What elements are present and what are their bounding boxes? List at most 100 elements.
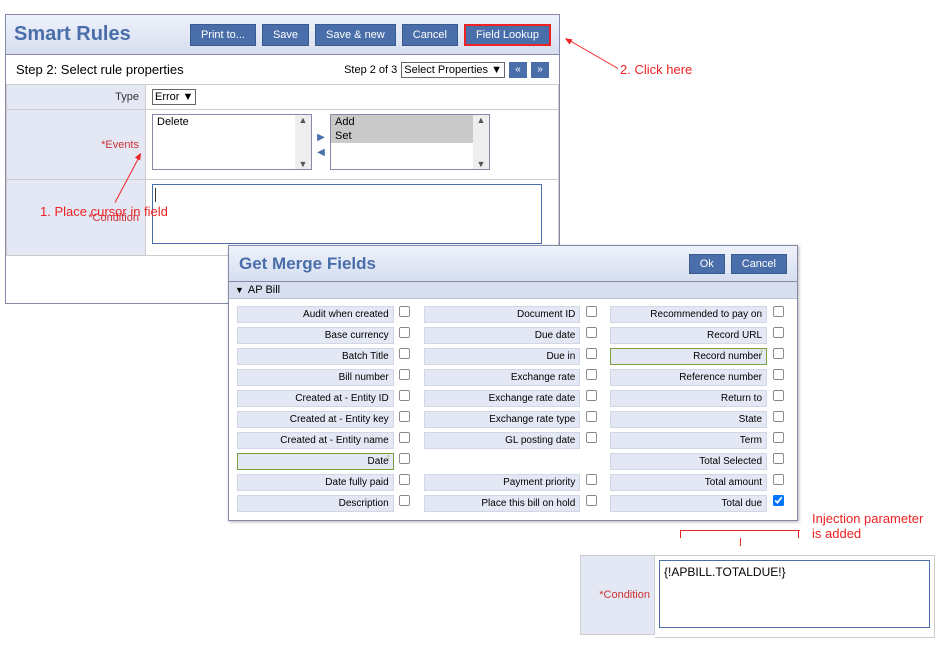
field-label[interactable]: Exchange rate — [424, 369, 581, 386]
field-checkbox[interactable] — [399, 306, 410, 317]
field-checkbox-wrap — [394, 431, 416, 449]
list-scrollbar[interactable]: ▲▼ — [295, 115, 311, 169]
field-row: Created at - Entity name — [237, 431, 416, 449]
field-checkbox[interactable] — [586, 411, 597, 422]
field-checkbox[interactable] — [772, 453, 783, 464]
condition-textarea[interactable] — [152, 184, 542, 244]
field-label[interactable]: Term — [610, 432, 767, 449]
field-checkbox-wrap — [580, 431, 602, 449]
field-label[interactable]: Reference number — [610, 369, 767, 386]
condition-result-textarea[interactable] — [659, 560, 930, 628]
field-checkbox[interactable] — [399, 453, 410, 464]
field-row: Due date — [424, 326, 603, 344]
field-label[interactable]: Total Selected — [610, 453, 767, 470]
field-label[interactable]: Batch Title — [237, 348, 394, 365]
field-label[interactable]: Audit when created — [237, 306, 394, 323]
merge-fields-dialog: Get Merge Fields Ok Cancel ▼AP Bill Audi… — [228, 245, 798, 521]
save-button[interactable]: Save — [262, 24, 309, 46]
field-checkbox[interactable] — [399, 348, 410, 359]
row-events: *Events Delete ▲▼ ▶ ◀ Add Set ▲▼ — [6, 110, 559, 180]
step-select[interactable]: Select Properties ▼ — [401, 62, 505, 78]
field-label[interactable]: Place this bill on hold — [424, 495, 581, 512]
field-checkbox[interactable] — [586, 474, 597, 485]
field-row: Created at - Entity key — [237, 410, 416, 428]
field-label[interactable]: Exchange rate type — [424, 411, 581, 428]
field-checkbox[interactable] — [772, 306, 783, 317]
field-checkbox[interactable] — [399, 411, 410, 422]
field-checkbox[interactable] — [772, 432, 783, 443]
save-new-button[interactable]: Save & new — [315, 24, 396, 46]
field-checkbox[interactable] — [772, 390, 783, 401]
field-checkbox[interactable] — [399, 390, 410, 401]
field-label[interactable]: State — [610, 411, 767, 428]
dialog-cancel-button[interactable]: Cancel — [731, 254, 787, 274]
field-label[interactable]: Date — [237, 453, 394, 470]
field-checkbox[interactable] — [586, 348, 597, 359]
field-checkbox[interactable] — [586, 432, 597, 443]
field-label[interactable]: Exchange rate date — [424, 390, 581, 407]
field-checkbox[interactable] — [399, 474, 410, 485]
cancel-button[interactable]: Cancel — [402, 24, 458, 46]
field-checkbox-wrap — [394, 473, 416, 491]
field-row: Exchange rate — [424, 368, 603, 386]
type-select[interactable]: Error ▼ — [152, 89, 196, 105]
field-checkbox[interactable] — [586, 369, 597, 380]
field-checkbox[interactable] — [399, 432, 410, 443]
field-label[interactable]: Total due — [610, 495, 767, 512]
field-checkbox[interactable] — [399, 369, 410, 380]
move-right-icon[interactable]: ▶ — [316, 132, 326, 143]
field-label[interactable]: Total amount — [610, 474, 767, 491]
step-prev-button[interactable]: « — [509, 62, 527, 78]
field-label[interactable]: Created at - Entity key — [237, 411, 394, 428]
move-left-icon[interactable]: ◀ — [316, 147, 326, 158]
field-label[interactable]: Record URL — [610, 327, 767, 344]
events-available-list[interactable]: Delete ▲▼ — [152, 114, 312, 170]
field-label[interactable]: Return to — [610, 390, 767, 407]
field-label[interactable]: Payment priority — [424, 474, 581, 491]
field-row: Batch Title — [237, 347, 416, 365]
field-checkbox-wrap — [767, 326, 789, 344]
field-checkbox[interactable] — [586, 390, 597, 401]
fields-grid: Audit when created Base currency Batch Tit… — [229, 299, 797, 518]
panel-header: Smart Rules Print to... Save Save & new … — [6, 15, 559, 55]
field-label[interactable]: Record number — [610, 348, 767, 365]
field-label[interactable]: Document ID — [424, 306, 581, 323]
field-label[interactable]: Base currency — [237, 327, 394, 344]
field-label[interactable]: Date fully paid — [237, 474, 394, 491]
field-label[interactable]: Created at - Entity name — [237, 432, 394, 449]
list-item[interactable]: Set — [331, 129, 489, 143]
field-checkbox[interactable] — [399, 495, 410, 506]
field-row: Description — [237, 494, 416, 512]
dialog-header: Get Merge Fields Ok Cancel — [229, 246, 797, 282]
field-label[interactable]: Created at - Entity ID — [237, 390, 394, 407]
list-item[interactable]: Add — [331, 115, 489, 129]
field-label[interactable]: Bill number — [237, 369, 394, 386]
field-label[interactable]: GL posting date — [424, 432, 581, 449]
print-button[interactable]: Print to... — [190, 24, 256, 46]
label-events: *Events — [6, 110, 146, 180]
field-checkbox[interactable] — [772, 369, 783, 380]
list-scrollbar[interactable]: ▲▼ — [473, 115, 489, 169]
field-row: Place this bill on hold — [424, 494, 603, 512]
field-checkbox[interactable] — [586, 327, 597, 338]
field-label[interactable]: Due date — [424, 327, 581, 344]
field-checkbox[interactable] — [586, 306, 597, 317]
field-checkbox[interactable] — [399, 327, 410, 338]
events-selected-list[interactable]: Add Set ▲▼ — [330, 114, 490, 170]
field-checkbox[interactable] — [772, 348, 783, 359]
field-checkbox-wrap — [580, 305, 602, 323]
field-row: State — [610, 410, 789, 428]
field-checkbox[interactable] — [586, 495, 597, 506]
list-item[interactable]: Delete — [153, 115, 311, 129]
ok-button[interactable]: Ok — [689, 254, 725, 274]
field-checkbox[interactable] — [772, 327, 783, 338]
accordion-header[interactable]: ▼AP Bill — [229, 282, 797, 299]
field-lookup-button[interactable]: Field Lookup — [464, 24, 551, 46]
field-label[interactable]: Recommended to pay on — [610, 306, 767, 323]
field-checkbox[interactable] — [772, 411, 783, 422]
field-label[interactable]: Due in — [424, 348, 581, 365]
field-checkbox[interactable] — [772, 495, 783, 506]
field-checkbox[interactable] — [772, 474, 783, 485]
field-label[interactable]: Description — [237, 495, 394, 512]
step-next-button[interactable]: » — [531, 62, 549, 78]
